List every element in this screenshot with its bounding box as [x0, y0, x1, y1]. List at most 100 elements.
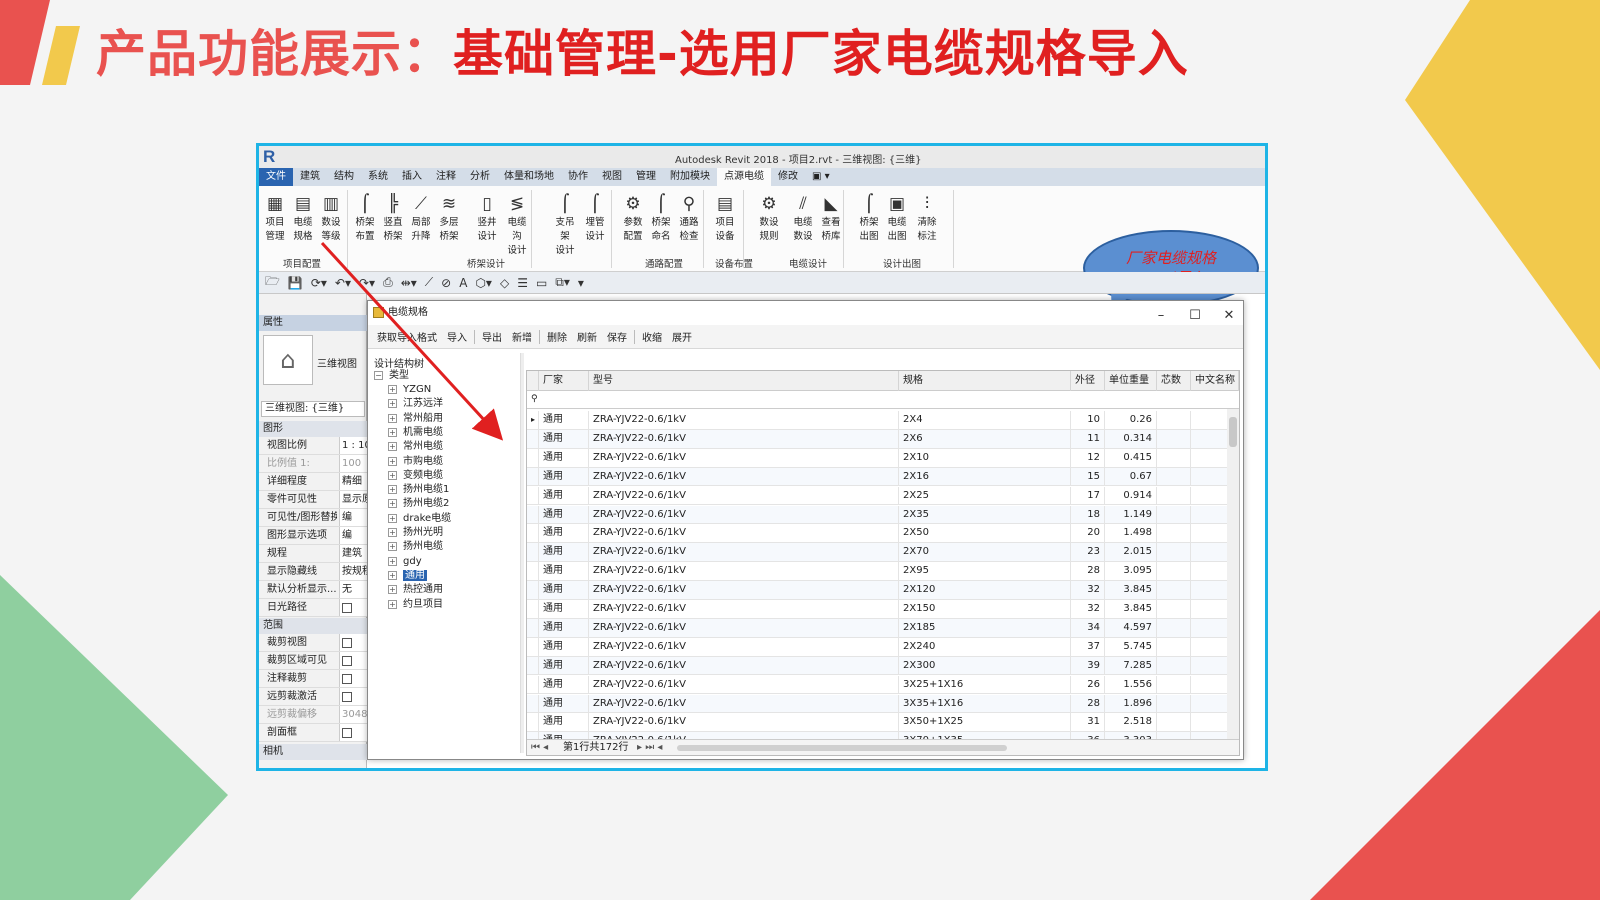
table-cell[interactable]: 通用 [539, 411, 589, 429]
property-row[interactable]: 显示隐藏线 按规程 [259, 563, 367, 581]
toolbar-button-4[interactable]: 删除 [542, 329, 572, 344]
toolbar-button-0[interactable]: 获取导入格式 [372, 329, 442, 344]
table-row[interactable]: 通用 ZRA-YJV22-0.6/1kV 3X35+1X16 28 1.896 [527, 694, 1239, 714]
tree-node[interactable]: + drake电缆 [388, 512, 451, 526]
ribbon-button-14[interactable]: ▤ 项目 设备 [711, 192, 739, 244]
table-cell[interactable]: 通用 [539, 694, 589, 713]
table-row[interactable]: 通用 ZRA-YJV22-0.6/1kV 2X240 37 5.745 [527, 637, 1239, 657]
menu-tab-3[interactable]: 系统 [361, 168, 395, 186]
table-row[interactable]: 通用 ZRA-YJV22-0.6/1kV 3X50+1X25 31 2.518 [527, 713, 1239, 733]
property-row[interactable]: 比例值 1: 100 [259, 455, 367, 473]
expand-icon[interactable]: + [388, 556, 397, 566]
ribbon-button-17[interactable]: ◣ 查看 桥库 [817, 192, 845, 244]
toolbar-button-6[interactable]: 保存 [602, 329, 632, 344]
print-icon[interactable]: ⎙ [383, 275, 393, 290]
expand-icon[interactable]: + [388, 399, 397, 409]
table-cell[interactable]: 0.314 [1105, 429, 1157, 448]
table-row[interactable]: 通用 ZRA-YJV22-0.6/1kV 2X150 32 3.845 [527, 600, 1239, 619]
property-value[interactable] [339, 688, 367, 705]
table-cell[interactable]: 2.015 [1105, 543, 1157, 562]
tree-node[interactable]: + 扬州电缆1 [388, 483, 449, 497]
tree-node[interactable]: + 机需电缆 [388, 426, 443, 440]
table-cell[interactable]: 10 [1071, 411, 1105, 429]
tree-node-label[interactable]: 扬州光明 [403, 527, 443, 538]
table-cell[interactable]: 0.26 [1105, 411, 1157, 429]
toolbar-button-1[interactable]: 导入 [442, 329, 472, 344]
table-row[interactable]: ▸ 通用 ZRA-YJV22-0.6/1kV 2X4 10 0.26 [527, 411, 1239, 430]
table-row[interactable]: 通用 ZRA-YJV22-0.6/1kV 2X16 15 0.67 [527, 467, 1239, 487]
ribbon-button-6[interactable]: ≋ 多层 桥架 [435, 192, 463, 244]
ribbon-button-3[interactable]: ⌠ 桥架 布置 [351, 192, 379, 244]
table-cell[interactable]: ZRA-YJV22-0.6/1kV [589, 694, 899, 713]
tag-icon[interactable]: ⊘ [441, 276, 451, 290]
table-cell[interactable]: 2X185 [899, 618, 1071, 637]
checkbox[interactable] [342, 603, 352, 613]
table-cell[interactable]: 18 [1071, 505, 1105, 524]
table-cell[interactable]: 20 [1071, 524, 1105, 543]
menu-tab-10[interactable]: 管理 [629, 168, 663, 186]
expand-icon[interactable]: + [388, 456, 397, 466]
ribbon-button-0[interactable]: ▦ 项目 管理 [261, 192, 289, 244]
table-cell[interactable]: 2X70 [899, 543, 1071, 562]
table-cell[interactable]: 2X50 [899, 524, 1071, 543]
menu-tab-1[interactable]: 建筑 [293, 168, 327, 186]
3d-view-icon[interactable]: ⬡▾ [475, 276, 492, 290]
table-cell[interactable] [1157, 505, 1191, 524]
expand-icon[interactable]: + [388, 542, 397, 552]
property-value[interactable] [339, 634, 367, 651]
property-value[interactable]: 显示原 [339, 491, 367, 508]
table-cell[interactable]: 12 [1071, 448, 1105, 467]
column-header[interactable]: 单位重量 [1105, 371, 1157, 391]
ribbon-button-20[interactable]: ⫶ 清除 标注 [913, 192, 941, 244]
table-cell[interactable]: ZRA-YJV22-0.6/1kV [589, 600, 899, 618]
tree-node[interactable]: + 江苏远洋 [388, 397, 443, 411]
menu-tab-0[interactable]: 文件 [259, 168, 293, 186]
table-cell[interactable]: 7.285 [1105, 656, 1157, 675]
ribbon-button-8[interactable]: ≶ 电缆沟 设计 [503, 192, 531, 258]
tree-node[interactable]: + 热控通用 [388, 583, 443, 597]
table-row[interactable]: 通用 ZRA-YJV22-0.6/1kV 2X300 39 7.285 [527, 656, 1239, 676]
property-value[interactable]: 无 [339, 581, 367, 598]
property-value[interactable] [339, 599, 367, 616]
expand-icon[interactable]: + [388, 442, 397, 452]
table-cell[interactable]: ZRA-YJV22-0.6/1kV [589, 713, 899, 732]
ribbon-button-5[interactable]: ⟋ 局部 升降 [407, 192, 435, 244]
table-cell[interactable]: 通用 [539, 524, 589, 543]
table-row[interactable]: 通用 ZRA-YJV22-0.6/1kV 2X10 12 0.415 [527, 448, 1239, 468]
splitter-handle[interactable] [520, 353, 524, 753]
table-cell[interactable]: 2X240 [899, 637, 1071, 656]
property-row[interactable]: 详细程度 精细 [259, 473, 367, 491]
table-cell[interactable]: 0.914 [1105, 486, 1157, 505]
table-cell[interactable]: ZRA-YJV22-0.6/1kV [589, 675, 899, 694]
table-cell[interactable] [1157, 543, 1191, 562]
table-cell[interactable]: 0.415 [1105, 448, 1157, 467]
column-header[interactable]: 型号 [589, 371, 899, 391]
table-cell[interactable] [1157, 713, 1191, 732]
expand-icon[interactable]: + [388, 413, 397, 423]
property-value[interactable]: 30480 [339, 706, 367, 723]
table-cell[interactable]: 11 [1071, 429, 1105, 448]
tree-node[interactable]: + 变频电缆 [388, 469, 443, 483]
tree-node-label[interactable]: 市购电缆 [403, 456, 443, 467]
ribbon-button-2[interactable]: ▥ 数设 等级 [317, 192, 345, 244]
table-cell[interactable]: 2X10 [899, 448, 1071, 467]
table-cell[interactable]: 3.095 [1105, 562, 1157, 581]
customize-icon[interactable]: ▾ [578, 276, 584, 290]
expand-icon[interactable]: + [388, 513, 397, 523]
toolbar-button-5[interactable]: 刷新 [572, 329, 602, 344]
tree-node-label[interactable]: YZGN [403, 384, 431, 395]
table-cell[interactable] [1157, 637, 1191, 656]
checkbox[interactable] [342, 656, 352, 666]
ribbon-button-13[interactable]: ⚲ 通路 检查 [675, 192, 703, 244]
tree-node-label[interactable]: 扬州电缆 [403, 541, 443, 552]
property-row[interactable]: 视图比例 1 : 10 [259, 437, 367, 455]
table-cell[interactable] [1157, 486, 1191, 505]
table-cell[interactable]: 26 [1071, 675, 1105, 694]
column-header[interactable]: 中文名称 [1191, 371, 1239, 391]
table-cell[interactable]: 通用 [539, 448, 589, 467]
table-cell[interactable]: 34 [1071, 618, 1105, 637]
table-cell[interactable]: 3X35+1X16 [899, 694, 1071, 713]
filter-row[interactable]: ⚲ [527, 391, 1239, 409]
save-icon[interactable]: 💾 [288, 276, 303, 290]
tree-node[interactable]: + 常州电缆 [388, 440, 443, 454]
